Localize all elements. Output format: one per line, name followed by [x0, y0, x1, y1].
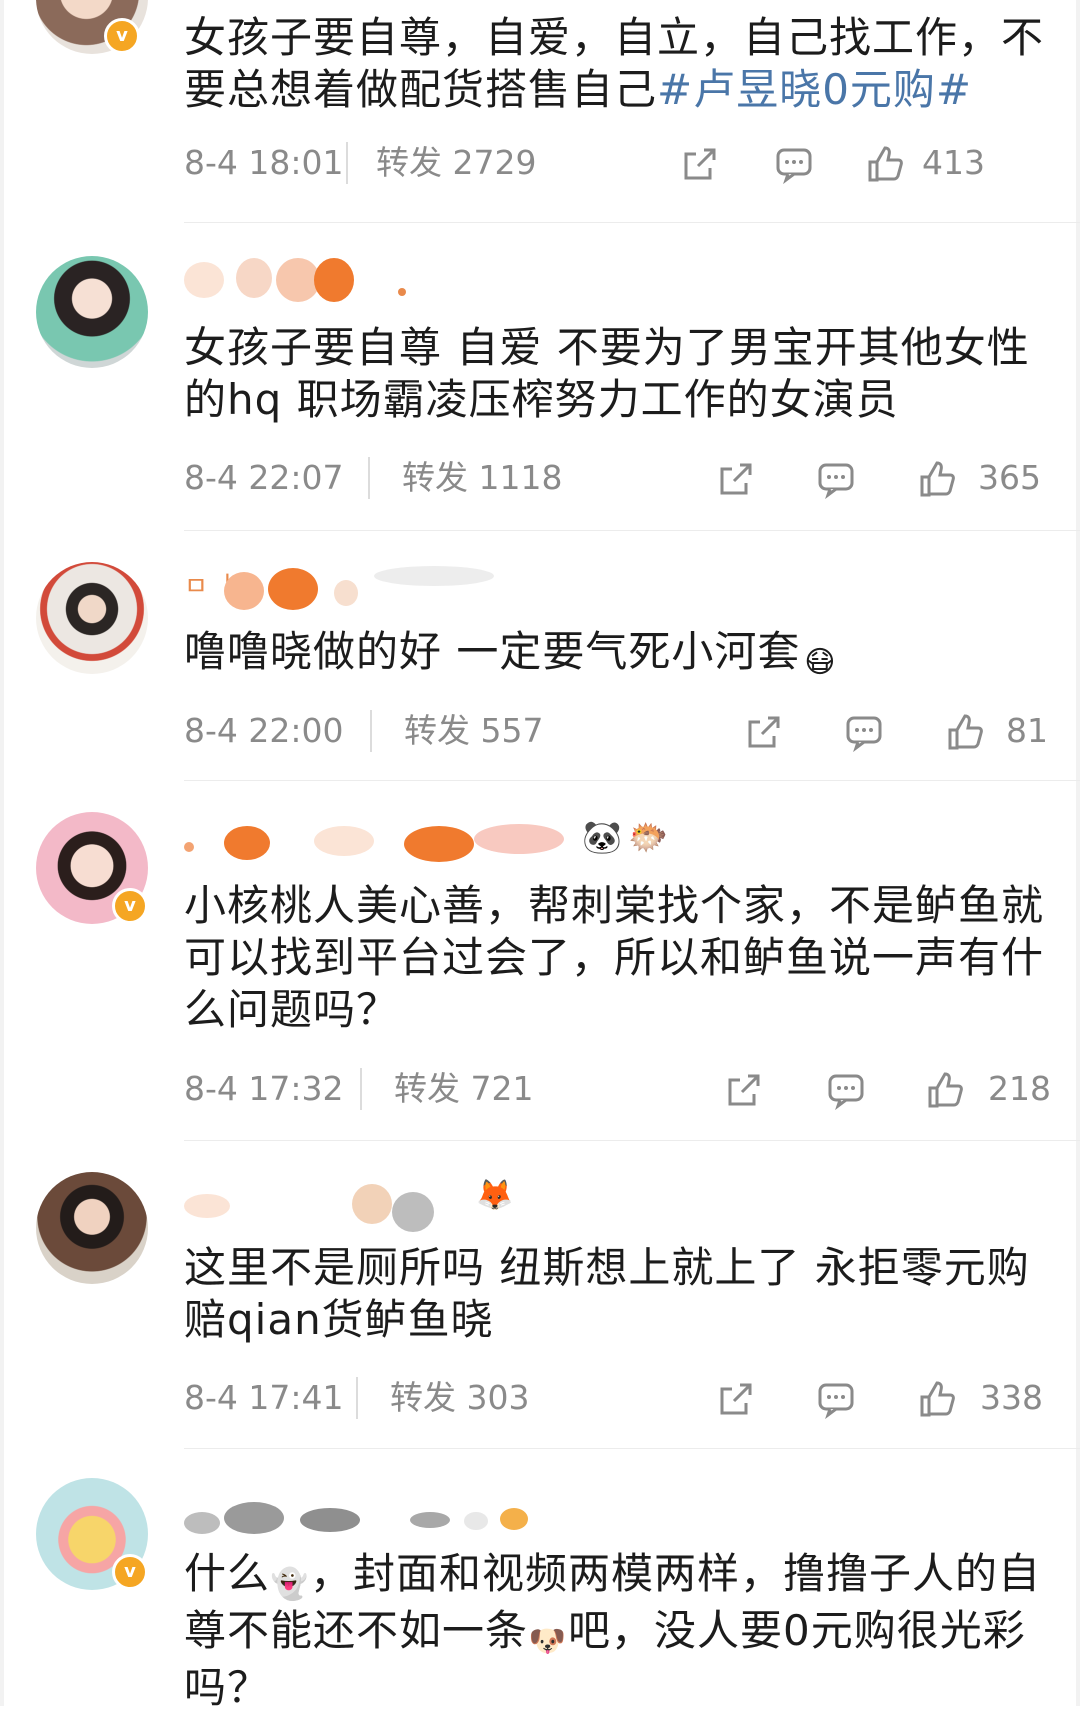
fish-emoji-icon: 🐡 [628, 818, 668, 856]
dog-emoji-icon: 🐶 [528, 1624, 568, 1659]
repost-count[interactable]: 转发 721 [394, 1066, 533, 1112]
username-blurred[interactable]: 🦊 [184, 1178, 524, 1232]
like-count: 218 [988, 1069, 1051, 1108]
comment-text: 噜噜晓做的好 一定要气死小河套 😷 [184, 626, 1044, 683]
hashtag-link[interactable]: #卢昱晓0元购# [657, 65, 972, 114]
like-icon[interactable] [918, 1379, 958, 1419]
comment-meta: 8-4 22:00 转发 557 81 [184, 708, 1048, 754]
timestamp: 8-4 17:32 [184, 1069, 344, 1108]
divider [184, 1140, 1080, 1141]
username-blurred[interactable]: ㅁ ㅏ [184, 566, 544, 610]
comment-text: 女孩子要自尊，自爱，自立，自己找工作，不要总想着做配货搭售自己#卢昱晓0元购# [184, 13, 1045, 114]
panda-emoji-icon: 🐼 [582, 818, 622, 856]
comment-meta: 8-4 17:32 转发 721 218 [184, 1066, 1051, 1112]
like-icon[interactable] [866, 144, 906, 184]
repost-count[interactable]: 转发 1118 [402, 455, 562, 501]
comment-meta: 8-4 17:41 转发 303 338 [184, 1375, 1044, 1421]
timestamp: 8-4 22:00 [184, 711, 344, 750]
share-icon[interactable] [744, 712, 784, 752]
meta-divider [356, 1377, 358, 1419]
comment-icon[interactable] [816, 459, 856, 499]
username-blurred[interactable] [184, 1494, 564, 1538]
comment-text: 小核桃人美心善，帮刺棠找个家，不是鲈鱼就可以找到平台过会了，所以和鲈鱼说一声有什… [184, 881, 1045, 1034]
divider [184, 222, 1080, 223]
share-icon[interactable] [716, 1379, 756, 1419]
divider [184, 530, 1080, 531]
mask-emoji-icon: 😷 [804, 645, 837, 680]
timestamp: 8-4 22:07 [184, 458, 344, 497]
repost-count[interactable]: 转发 303 [390, 1375, 529, 1421]
share-icon[interactable] [716, 459, 756, 499]
comment-icon[interactable] [844, 712, 884, 752]
comment-text: 什么👻，封面和视频两模两样，撸撸子人的自尊不能还不如一条🐶吧，没人要0元购很光彩… [184, 1549, 1042, 1712]
like-icon[interactable] [918, 459, 958, 499]
divider [184, 1448, 1080, 1449]
comment-meta: 8-4 22:07 转发 1118 365 [184, 455, 1044, 501]
avatar[interactable] [36, 562, 148, 674]
comment-icon[interactable] [826, 1070, 866, 1110]
meta-divider [360, 1068, 362, 1110]
comment-icon[interactable] [774, 144, 814, 184]
meta-divider [370, 710, 372, 752]
meta-divider [346, 142, 348, 184]
avatar[interactable] [36, 256, 148, 368]
verified-badge-icon: v [112, 888, 148, 924]
comment-text: 女孩子要自尊 自爱 不要为了男宝开其他女性的hq 职场霸凌压榨努力工作的女演员 [184, 323, 1030, 424]
repost-count[interactable]: 转发 557 [404, 708, 543, 754]
meta-divider [368, 457, 370, 499]
fox-emoji-icon: 🦊 [476, 1178, 514, 1213]
avatar[interactable] [36, 1172, 148, 1284]
like-count: 413 [922, 143, 985, 182]
like-count: 365 [978, 458, 1041, 497]
like-count: 338 [980, 1378, 1043, 1417]
timestamp: 8-4 17:41 [184, 1378, 344, 1417]
frame-right [1076, 0, 1080, 1706]
repost-count[interactable]: 转发 2729 [376, 140, 536, 186]
comment-text: 这里不是厕所吗 纽斯想上就上了 永拒零元购赔qian货鲈鱼晓 [184, 1243, 1030, 1344]
comment-icon[interactable] [816, 1379, 856, 1419]
timestamp: 8-4 18:01 [184, 143, 344, 182]
share-icon[interactable] [724, 1070, 764, 1110]
share-icon[interactable] [680, 144, 720, 184]
like-count: 81 [1006, 711, 1048, 750]
verified-badge-icon: v [104, 18, 140, 54]
frame-left [0, 0, 4, 1706]
like-icon[interactable] [946, 712, 986, 752]
verified-badge-icon: v [112, 1554, 148, 1590]
comment-feed: v 女孩子要自尊，自爱，自立，自己找工作，不要总想着做配货搭售自己#卢昱晓0元购… [0, 0, 1080, 1712]
ghost-emoji-icon: 👻 [270, 1567, 310, 1602]
username-blurred[interactable]: 🐼 🐡 [184, 818, 684, 862]
username-blurred[interactable] [184, 258, 544, 302]
divider [184, 780, 1080, 781]
like-icon[interactable] [926, 1070, 966, 1110]
comment-meta: 8-4 18:01 转发 2729 413 [184, 140, 1044, 186]
